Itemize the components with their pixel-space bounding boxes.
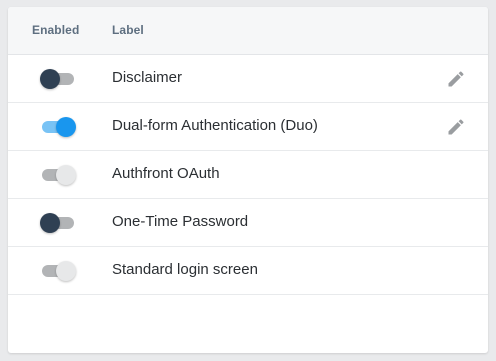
row-label: One-Time Password — [112, 213, 249, 230]
enabled-toggle[interactable] — [40, 69, 76, 89]
table-row: Disclaimer — [8, 55, 488, 103]
table-row: One-Time Password — [8, 199, 488, 247]
column-header-label: Label — [112, 23, 144, 37]
table-header: Enabled Label — [8, 7, 488, 55]
toggle-thumb — [40, 213, 60, 233]
pencil-icon[interactable] — [446, 69, 466, 89]
toggle-thumb — [56, 261, 76, 281]
enabled-toggle[interactable] — [40, 165, 76, 185]
auth-methods-card: Enabled Label Disclaimer Dual-form Authe… — [8, 7, 488, 353]
column-header-enabled: Enabled — [32, 23, 80, 37]
enabled-toggle[interactable] — [40, 261, 76, 281]
pencil-icon[interactable] — [446, 117, 466, 137]
row-label: Disclaimer — [112, 69, 183, 86]
enabled-toggle[interactable] — [40, 213, 76, 233]
enabled-toggle[interactable] — [40, 117, 76, 137]
table-row: Dual-form Authentication (Duo) — [8, 103, 488, 151]
toggle-thumb — [56, 165, 76, 185]
toggle-thumb — [40, 69, 60, 89]
row-label: Authfront OAuth — [112, 165, 220, 182]
table-row: Authfront OAuth — [8, 151, 488, 199]
row-label: Dual-form Authentication (Duo) — [112, 117, 318, 134]
table-row: Standard login screen — [8, 247, 488, 295]
toggle-thumb — [56, 117, 76, 137]
row-label: Standard login screen — [112, 261, 258, 278]
